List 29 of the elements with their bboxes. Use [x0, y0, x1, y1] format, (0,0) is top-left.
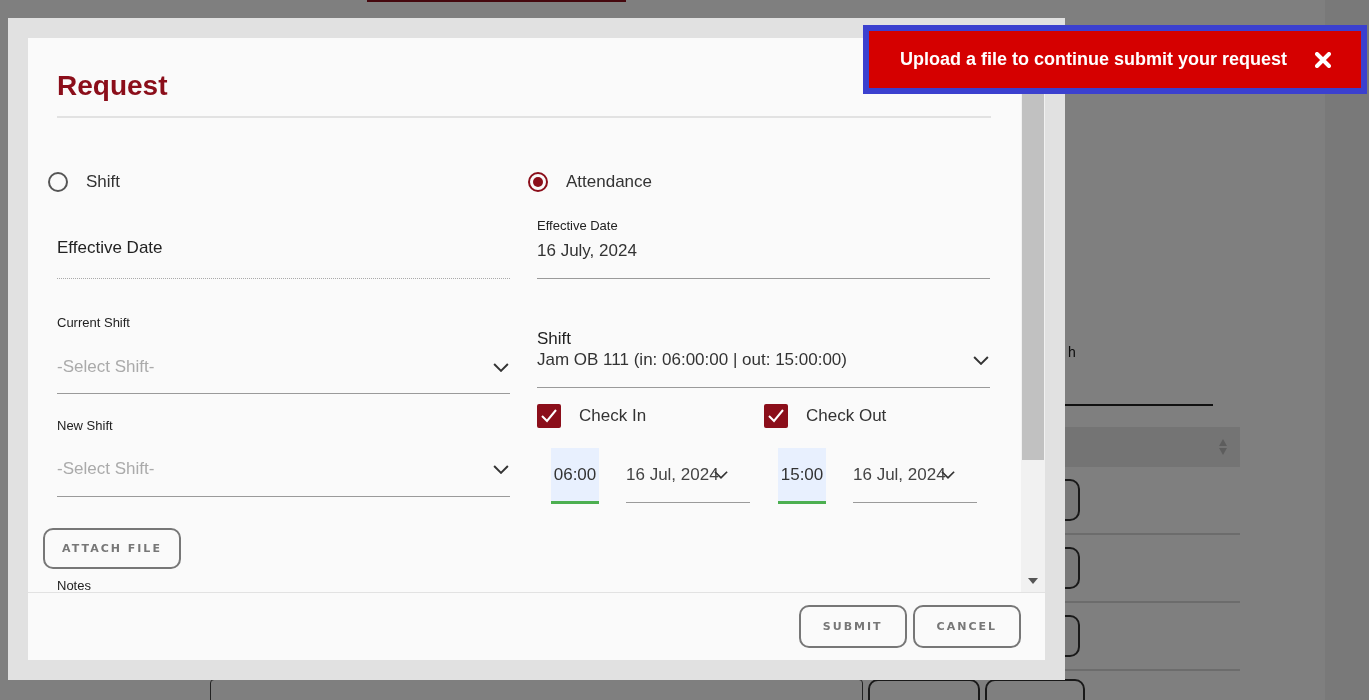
field-label: Shift	[537, 329, 573, 349]
radio-option[interactable]: Shift	[47, 170, 510, 194]
field-label: New Shift	[57, 418, 114, 434]
date-select[interactable]: 16 Jul, 2024	[626, 448, 750, 503]
chevron-down-icon	[492, 361, 510, 373]
chevron-down-icon	[492, 463, 510, 475]
field-label: h	[1068, 343, 1076, 362]
field-label: Effective Date	[537, 218, 619, 234]
dialog-title: Request	[57, 69, 169, 103]
checkbox-option[interactable]: Check In	[537, 404, 764, 428]
close-icon[interactable]	[1315, 51, 1331, 68]
checkmark-icon	[768, 409, 784, 423]
field-label: Current Shift	[57, 315, 131, 331]
dialog-button[interactable]: CANCEL	[912, 605, 1021, 648]
toast-message: Upload a file to continue submit your request	[900, 49, 1288, 70]
time-field[interactable]: 06:00	[551, 448, 599, 504]
time-field[interactable]: 15:00	[778, 448, 826, 504]
date-select[interactable]: 16 Jul, 2024	[853, 448, 977, 503]
attach-file-button[interactable]: ATTACH FILE	[43, 528, 181, 569]
checkbox-option[interactable]: Check Out	[764, 404, 991, 428]
checkmark-icon	[541, 409, 557, 423]
chevron-down-icon	[972, 354, 990, 366]
date-field[interactable]: Effective Date	[57, 224, 510, 279]
field-label: Notes	[57, 578, 92, 592]
radio-option[interactable]: Attendance	[527, 170, 990, 194]
dialog-button[interactable]: SUBMIT	[798, 605, 907, 648]
date-field[interactable]: 16 July, 2024	[537, 234, 990, 279]
scroll-down-icon[interactable]	[1028, 578, 1038, 584]
shift-select[interactable]: Jam OB 111 (in: 06:00:00 | out: 15:00:00)	[537, 349, 990, 388]
